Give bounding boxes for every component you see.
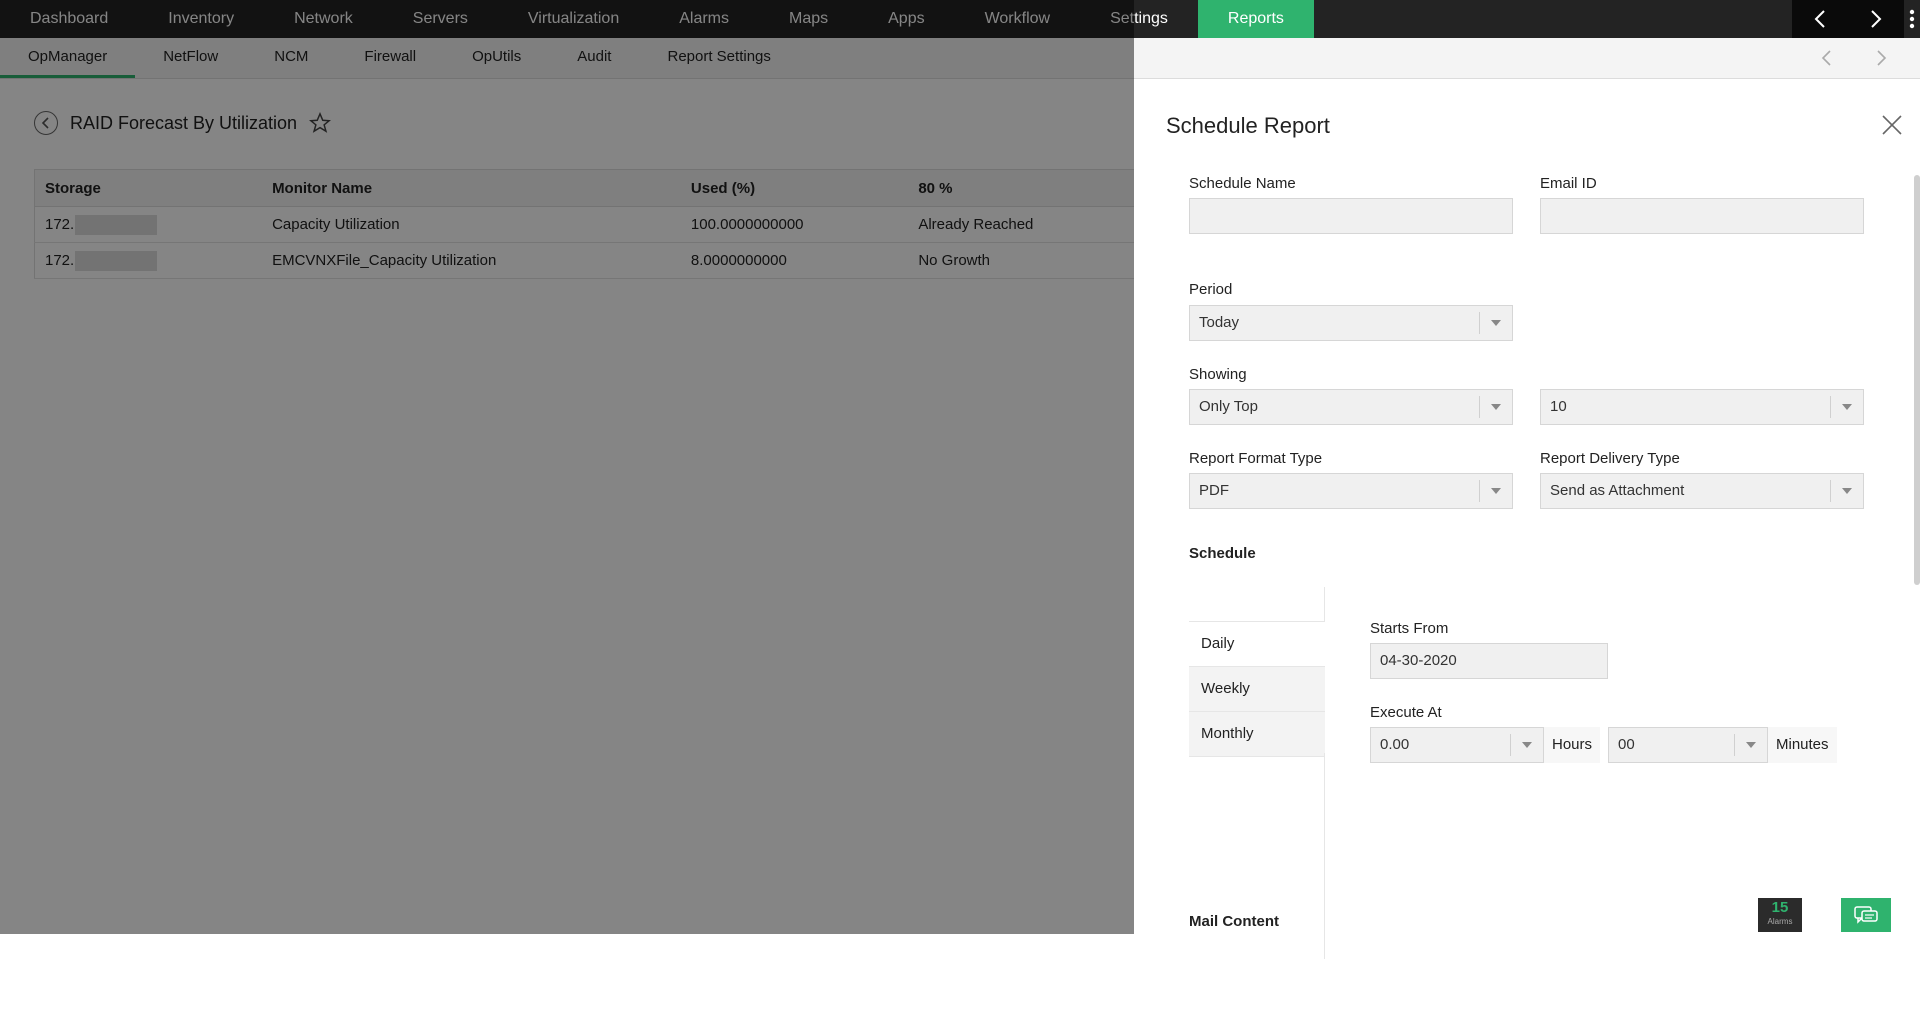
chevron-down-icon [1510, 734, 1543, 756]
minutes-value: 00 [1618, 736, 1635, 753]
hours-select[interactable]: 0.00 [1370, 727, 1544, 763]
period-label: Period [1189, 281, 1233, 298]
topnav-item-reports[interactable]: Reports [1197, 0, 1314, 38]
report-delivery-value: Send as Attachment [1550, 482, 1685, 499]
topnav-item-virtualization[interactable]: Virtualization [498, 0, 649, 38]
report-format-label: Report Format Type [1189, 450, 1323, 467]
topnav-item-maps[interactable]: Maps [759, 0, 858, 38]
top-nav-items: Dashboard Inventory Network Servers Virtuali… [0, 0, 1920, 38]
report-format-value: PDF [1199, 482, 1229, 499]
topnav-item-settings[interactable]: Settings [1080, 0, 1198, 38]
schedule-report-panel: Schedule Report Schedule Name Email ID P… [1134, 79, 1920, 959]
nav-next-button[interactable] [1848, 0, 1904, 38]
schedule-name-input[interactable] [1189, 198, 1513, 234]
sub-nav-arrows [1798, 38, 1910, 78]
chat-icon [1854, 906, 1878, 924]
alarms-badge[interactable]: 15 Alarms [1758, 898, 1802, 932]
report-format-select[interactable]: PDF [1189, 473, 1513, 509]
subnav-item-oputils[interactable]: OpUtils [444, 38, 549, 78]
period-select[interactable]: Today [1189, 305, 1513, 341]
tab-weekly[interactable]: Weekly [1189, 667, 1325, 712]
alarms-count: 15 [1771, 899, 1789, 916]
subnav-item-audit[interactable]: Audit [549, 38, 639, 78]
tab-daily[interactable]: Daily [1189, 621, 1325, 667]
top-nav-arrows [1792, 0, 1904, 38]
topnav-item-dashboard[interactable]: Dashboard [0, 0, 138, 38]
showing-label: Showing [1189, 366, 1247, 383]
chevron-down-icon [1479, 480, 1512, 502]
topnav-item-network[interactable]: Network [264, 0, 383, 38]
subnav-prev-button[interactable] [1798, 38, 1854, 78]
chevron-left-icon [1821, 50, 1831, 66]
subnav-item-report-settings[interactable]: Report Settings [639, 38, 798, 78]
execute-at-label: Execute At [1370, 704, 1442, 721]
subnav-item-firewall[interactable]: Firewall [336, 38, 444, 78]
subnav-item-ncm[interactable]: NCM [246, 38, 336, 78]
period-value: Today [1199, 314, 1240, 331]
chevron-right-icon [1871, 10, 1882, 28]
showing-value: Only Top [1199, 398, 1258, 415]
modal-backdrop[interactable] [0, 79, 1134, 934]
chevron-down-icon [1830, 480, 1863, 502]
report-delivery-label: Report Delivery Type [1540, 450, 1680, 467]
chevron-down-icon [1830, 396, 1863, 418]
alarms-label: Alarms [1767, 917, 1793, 926]
topnav-item-apps[interactable]: Apps [858, 0, 954, 38]
tab-divider [1324, 753, 1325, 959]
schedule-name-label: Schedule Name [1189, 175, 1296, 192]
report-delivery-select[interactable]: Send as Attachment [1540, 473, 1864, 509]
chevron-left-icon [1814, 10, 1825, 28]
top-nav: Dashboard Inventory Network Servers Virtuali… [0, 0, 1920, 38]
showing-count-value: 10 [1550, 398, 1567, 415]
starts-from-input[interactable]: 04-30-2020 [1370, 643, 1608, 679]
topnav-item-inventory[interactable]: Inventory [138, 0, 264, 38]
starts-from-label: Starts From [1370, 620, 1449, 637]
more-menu-button[interactable] [1904, 0, 1920, 38]
chevron-right-icon [1877, 50, 1887, 66]
close-button[interactable] [1880, 113, 1904, 137]
email-id-input[interactable] [1540, 198, 1864, 234]
schedule-tabs: Daily Weekly Monthly [1189, 621, 1325, 757]
chevron-down-icon [1479, 312, 1512, 334]
sub-nav-items: OpManager NetFlow NCM Firewall OpUtils Audit R… [0, 38, 1920, 78]
subnav-next-button[interactable] [1854, 38, 1910, 78]
subnav-item-netflow[interactable]: NetFlow [135, 38, 246, 78]
minutes-label: Minutes [1768, 727, 1837, 763]
panel-scrollbar[interactable] [1914, 175, 1920, 585]
mail-content-label: Mail Content [1189, 913, 1279, 930]
showing-count-select[interactable]: 10 [1540, 389, 1864, 425]
chevron-down-icon [1479, 396, 1512, 418]
close-icon [1882, 115, 1902, 135]
tab-monthly[interactable]: Monthly [1189, 712, 1325, 757]
showing-select[interactable]: Only Top [1189, 389, 1513, 425]
hours-value: 0.00 [1380, 736, 1410, 753]
kebab-menu-icon [1909, 9, 1915, 29]
topnav-item-alarms[interactable]: Alarms [649, 0, 759, 38]
hours-label: Hours [1544, 727, 1601, 763]
sub-nav: OpManager NetFlow NCM Firewall OpUtils Audit R… [0, 38, 1920, 79]
subnav-item-opmanager[interactable]: OpManager [0, 38, 136, 78]
panel-title: Schedule Report [1166, 113, 1330, 138]
chat-button[interactable] [1841, 898, 1891, 932]
nav-prev-button[interactable] [1792, 0, 1848, 38]
schedule-section-title: Schedule [1189, 545, 1256, 562]
topnav-item-servers[interactable]: Servers [383, 0, 498, 38]
chevron-down-icon [1734, 734, 1767, 756]
email-id-label: Email ID [1540, 175, 1597, 192]
topnav-item-workflow[interactable]: Workflow [955, 0, 1081, 38]
minutes-select[interactable]: 00 [1608, 727, 1768, 763]
